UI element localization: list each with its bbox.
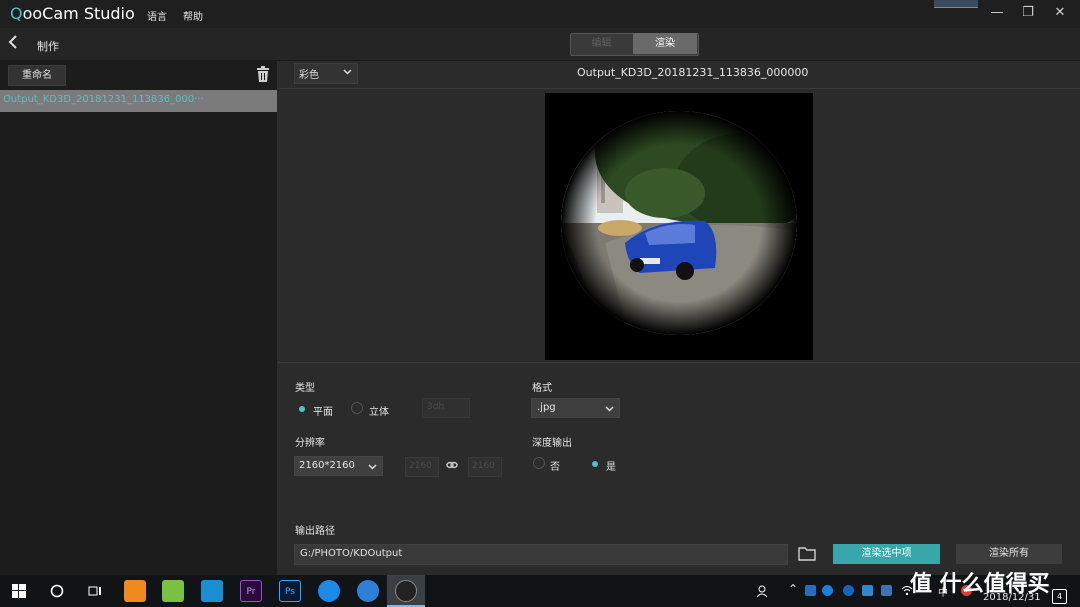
render-selected-button[interactable]: 渲染选中项 — [833, 544, 940, 564]
width-field: 2160 — [405, 457, 439, 477]
resolution-value: 2160*2160 — [299, 460, 355, 471]
tab-edit[interactable]: 编辑 — [570, 33, 633, 54]
file-name: Output_KD3D_20181231_113836_000··· — [3, 94, 204, 105]
height-value: 2160 — [472, 461, 495, 471]
format-label: 格式 — [532, 383, 552, 394]
bluetooth-icon[interactable] — [843, 585, 854, 596]
close-button[interactable]: ✕ — [1049, 4, 1071, 22]
width-value: 2160 — [409, 461, 432, 471]
toolbar — [0, 28, 1080, 61]
premiere-icon[interactable]: Pr — [240, 580, 262, 602]
task-view-icon[interactable] — [88, 584, 102, 601]
section-label: 制作 — [37, 40, 59, 53]
maximize-button[interactable]: ❐ — [1017, 4, 1039, 22]
rename-button[interactable]: 重命名 — [8, 65, 66, 86]
menu-language[interactable]: 语言 — [147, 8, 167, 23]
chevron-up-icon[interactable]: ⌃ — [788, 582, 798, 596]
preview-image — [545, 93, 813, 360]
android-icon[interactable] — [162, 580, 184, 602]
divider — [278, 88, 1080, 89]
output-path-label: 输出路径 — [295, 526, 335, 537]
notification-icon[interactable]: 4 — [1052, 589, 1067, 604]
radio-depth-no[interactable] — [533, 457, 545, 469]
stereo-mode-select: 3dh — [422, 398, 470, 418]
format-value: .jpg — [537, 402, 556, 413]
shield-icon[interactable] — [862, 585, 873, 596]
radio-flat[interactable] — [296, 403, 308, 415]
radio-depth-yes[interactable] — [589, 458, 601, 470]
stereo-mode-value: 3dh — [427, 402, 445, 412]
chevron-down-icon — [368, 461, 377, 474]
folder-icon[interactable] — [798, 545, 816, 561]
clock-date: 2018/12/31 — [983, 592, 1041, 603]
type-option-flat: 平面 — [313, 407, 333, 418]
feather-app-icon[interactable] — [357, 580, 379, 602]
depth-option-no: 否 — [550, 462, 560, 473]
depth-output-label: 深度输出 — [532, 438, 572, 449]
radio-stereo[interactable] — [351, 402, 363, 414]
output-file-name: Output_KD3D_20181231_113836_000000 — [577, 66, 809, 79]
output-path-value: G:/PHOTO/KDOutput — [300, 548, 403, 559]
type-label: 类型 — [295, 383, 315, 394]
app-logo: QooCam Studio — [10, 4, 135, 23]
taskbar-thumbnail-strip — [934, 0, 978, 8]
camera-app-icon[interactable] — [201, 580, 223, 602]
file-list-panel — [0, 60, 277, 575]
render-all-button[interactable]: 渲染所有 — [956, 544, 1062, 564]
chevron-down-icon — [343, 66, 352, 75]
windows-start-icon[interactable] — [12, 584, 26, 601]
trash-icon[interactable] — [256, 66, 270, 82]
tab-render[interactable]: 渲染 — [633, 33, 697, 54]
people-icon[interactable] — [756, 585, 771, 600]
link-icon — [446, 460, 458, 473]
qoocam-icon[interactable] — [395, 580, 417, 602]
photoshop-icon[interactable]: Ps — [279, 580, 301, 602]
menu-help[interactable]: 帮助 — [183, 8, 203, 23]
minimize-button[interactable]: — — [986, 4, 1008, 22]
divider — [278, 362, 1080, 363]
tray-app-icon[interactable] — [822, 585, 833, 596]
chevron-left-icon[interactable] — [8, 34, 18, 54]
uc-browser-icon[interactable] — [124, 580, 146, 602]
resolution-select[interactable]: 2160*2160 — [294, 456, 383, 476]
tray-app-icon[interactable] — [805, 585, 816, 596]
type-option-stereo: 立体 — [369, 407, 389, 418]
resolution-label: 分辨率 — [295, 438, 325, 449]
cortana-icon[interactable] — [50, 584, 64, 601]
tray-app-icon[interactable] — [881, 585, 892, 596]
height-field: 2160 — [468, 457, 502, 477]
depth-option-yes: 是 — [606, 462, 616, 473]
color-mode-value: 彩色 — [299, 70, 319, 81]
format-select[interactable]: .jpg — [531, 398, 620, 418]
chevron-down-icon — [605, 403, 614, 416]
edge-icon[interactable] — [318, 580, 340, 602]
